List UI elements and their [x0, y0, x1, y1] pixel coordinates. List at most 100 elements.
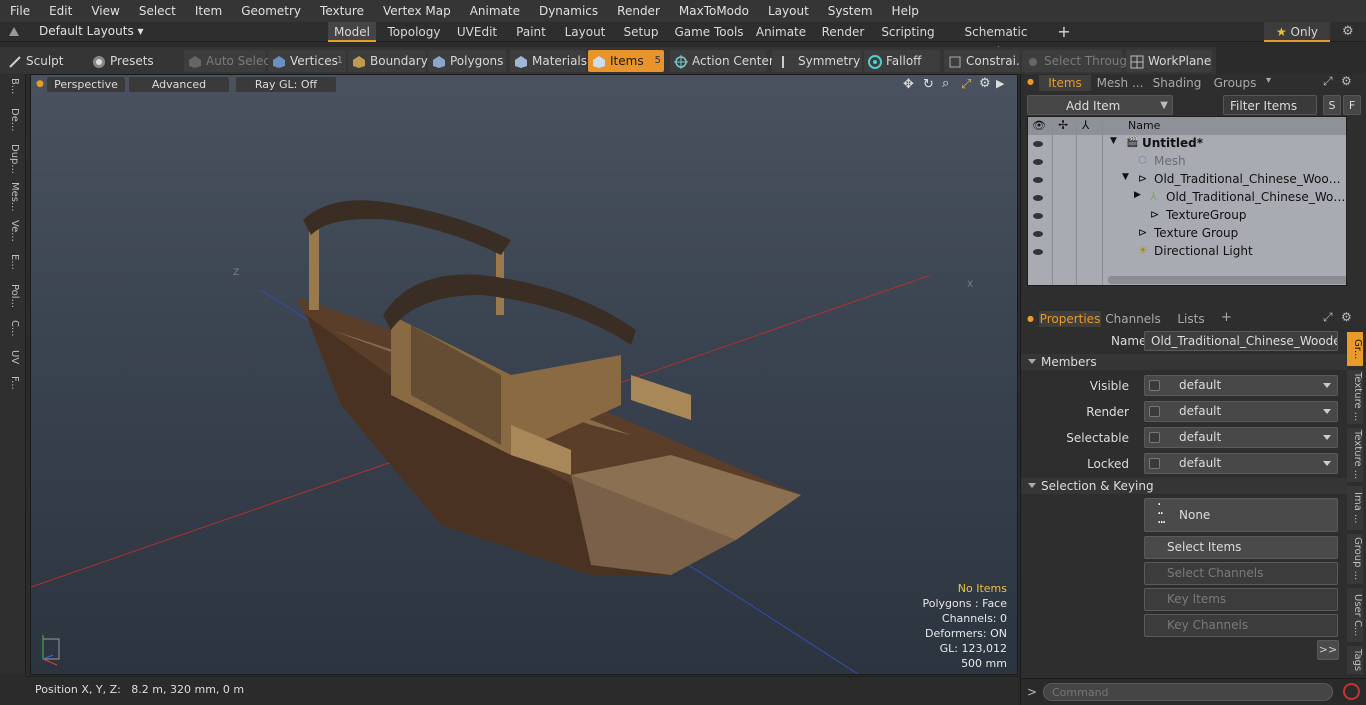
advanced-dropdown[interactable]: Advanced — [129, 77, 229, 92]
menu-render[interactable]: Render — [607, 4, 669, 18]
list-item-mesh-child[interactable]: ▶ ⅄ Old_Traditional_Chinese_Wooden_ ... — [1028, 189, 1346, 207]
materials-button[interactable]: Materials — [510, 50, 587, 72]
eye-icon[interactable] — [1032, 156, 1044, 168]
menu-maxtomodo[interactable]: MaxToModo — [669, 4, 758, 18]
boundary-button[interactable]: Boundary — [348, 50, 428, 72]
action-center-button[interactable]: Action Center — [670, 50, 774, 72]
tab-items[interactable]: Items — [1039, 75, 1091, 91]
raygl-dropdown[interactable]: Ray GL: Off — [236, 77, 336, 92]
tab-lists[interactable]: Lists — [1167, 311, 1215, 327]
only-toggle[interactable]: ★ Only — [1264, 22, 1330, 42]
key-items-button[interactable]: Key Items — [1144, 588, 1338, 611]
filter-f-button[interactable]: F — [1343, 95, 1361, 115]
list-item-texture-group[interactable]: ⊳ Texture Group — [1028, 225, 1346, 243]
menu-layout[interactable]: Layout — [758, 4, 818, 18]
expand-props-icon[interactable]: ⤢ — [1323, 310, 1333, 325]
move-view-icon[interactable]: ✥ — [903, 77, 914, 92]
gear-icon[interactable]: ⚙ — [1342, 24, 1354, 39]
render-checkbox[interactable] — [1149, 406, 1160, 417]
menu-edit[interactable]: Edit — [39, 4, 81, 18]
maximize-view-icon[interactable]: ⤢ — [961, 77, 971, 92]
zoom-view-icon[interactable]: ⌕ — [942, 76, 949, 91]
tab-model[interactable]: Model — [328, 22, 376, 42]
menu-file[interactable]: File — [0, 4, 39, 18]
tab-channels[interactable]: Channels — [1105, 311, 1161, 327]
constraints-button[interactable]: Constrai... — [944, 50, 1020, 72]
rotate-view-icon[interactable]: ↻ — [923, 77, 934, 92]
expand-panel-icon[interactable]: ⤢ — [1323, 74, 1333, 89]
left-tab-f[interactable]: F... — [4, 376, 20, 402]
filter-items-input[interactable]: Filter Items — [1223, 95, 1317, 115]
props-gear-icon[interactable]: ⚙ — [1341, 310, 1352, 324]
left-tab-ve[interactable]: Ve... — [4, 220, 20, 250]
add-props-tab-icon[interactable]: + — [1221, 310, 1232, 325]
side-tab-texture-1[interactable]: Texture ... — [1347, 370, 1363, 424]
tab-game-tools[interactable]: Game Tools — [672, 22, 746, 42]
expand-arrow-icon[interactable]: ▼ — [1122, 172, 1129, 182]
tab-properties[interactable]: Properties — [1039, 311, 1101, 327]
viewport-menu-dot-icon[interactable]: ● — [36, 79, 44, 89]
menu-select[interactable]: Select — [129, 4, 185, 18]
left-tab-uv[interactable]: UV — [4, 350, 20, 372]
visible-checkbox[interactable] — [1149, 380, 1160, 391]
left-tab-dup[interactable]: Dup... — [4, 144, 20, 178]
polygons-button[interactable]: Polygons — [428, 50, 506, 72]
items-button[interactable]: Items 5 — [588, 50, 664, 72]
side-tab-tags[interactable]: Tags — [1347, 646, 1363, 674]
select-items-button[interactable]: Select Items — [1144, 536, 1338, 559]
tab-paint[interactable]: Paint — [510, 22, 552, 42]
default-layouts-dropdown[interactable]: Default Layouts ▾ — [39, 24, 144, 38]
menu-help[interactable]: Help — [882, 4, 928, 18]
lock-column-icon[interactable]: ✢ — [1058, 118, 1068, 132]
more-button[interactable]: >> — [1317, 640, 1339, 660]
collapse-arrow-icon[interactable]: ▶ — [1134, 190, 1141, 200]
eye-icon[interactable] — [1032, 174, 1044, 186]
vertices-button[interactable]: Vertices 1 — [268, 50, 346, 72]
selection-set-none-button[interactable]: · ·· ··· None — [1144, 498, 1338, 532]
panel-gear-icon[interactable]: ⚙ — [1341, 74, 1352, 88]
menu-system[interactable]: System — [818, 4, 882, 18]
left-tab-de[interactable]: De... — [4, 108, 20, 140]
list-item-group[interactable]: ▼ ⊳ Old_Traditional_Chinese_Wooden_Pa ..… — [1028, 171, 1346, 189]
name-input[interactable]: Old_Traditional_Chinese_Wooden_Pas — [1144, 331, 1338, 351]
locked-dropdown[interactable]: default — [1144, 453, 1338, 474]
key-channels-button[interactable]: Key Channels — [1144, 614, 1338, 637]
selection-keying-section-header[interactable]: Selection & Keying — [1021, 478, 1347, 494]
menu-animate[interactable]: Animate — [460, 4, 529, 18]
tab-mesh[interactable]: Mesh ... — [1095, 75, 1145, 91]
left-tab-mes[interactable]: Mes... — [4, 182, 20, 216]
layout-grip-icon[interactable] — [8, 26, 20, 38]
eye-icon[interactable] — [1032, 192, 1044, 204]
perspective-dropdown[interactable]: Perspective — [47, 77, 125, 92]
eye-icon[interactable] — [1032, 138, 1044, 150]
tab-topology[interactable]: Topology — [383, 22, 445, 42]
add-tab-icon[interactable]: + — [1054, 22, 1074, 42]
eye-icon[interactable] — [1032, 228, 1044, 240]
selectable-dropdown[interactable]: default — [1144, 427, 1338, 448]
viewport-gear-icon[interactable]: ⚙ — [979, 76, 991, 91]
menu-dynamics[interactable]: Dynamics — [529, 4, 607, 18]
sculpt-button[interactable]: Sculpt — [4, 50, 86, 72]
filter-s-button[interactable]: S — [1323, 95, 1341, 115]
menu-vertex-map[interactable]: Vertex Map — [373, 4, 460, 18]
command-input[interactable] — [1043, 683, 1333, 701]
list-item-mesh[interactable]: ⬡ Mesh — [1028, 153, 1346, 171]
side-tab-user-c[interactable]: User C... — [1347, 588, 1363, 642]
left-tab-pol[interactable]: Pol... — [4, 284, 20, 316]
tab-setup[interactable]: Setup — [618, 22, 664, 42]
panel-menu-dot-icon[interactable]: ● — [1027, 77, 1034, 86]
item-list-scrollbar[interactable] — [1108, 276, 1346, 284]
menu-texture[interactable]: Texture — [310, 4, 373, 18]
falloff-button[interactable]: Falloff — [864, 50, 940, 72]
tab-groups[interactable]: Groups — [1207, 75, 1263, 91]
side-tab-group[interactable]: Group ... — [1347, 534, 1363, 584]
left-tab-c[interactable]: C... — [4, 320, 20, 346]
tab-animate[interactable]: Animate — [754, 22, 808, 42]
list-item-texturegroup[interactable]: ⊳ TextureGroup — [1028, 207, 1346, 225]
eye-icon[interactable] — [1032, 246, 1044, 258]
auto-select-button[interactable]: Auto Select — [184, 50, 275, 72]
selectable-checkbox[interactable] — [1149, 432, 1160, 443]
tab-schematic-fusion[interactable]: Schematic Fusion — [946, 22, 1046, 59]
tab-layout[interactable]: Layout — [560, 22, 610, 42]
tab-shading[interactable]: Shading — [1151, 75, 1203, 91]
